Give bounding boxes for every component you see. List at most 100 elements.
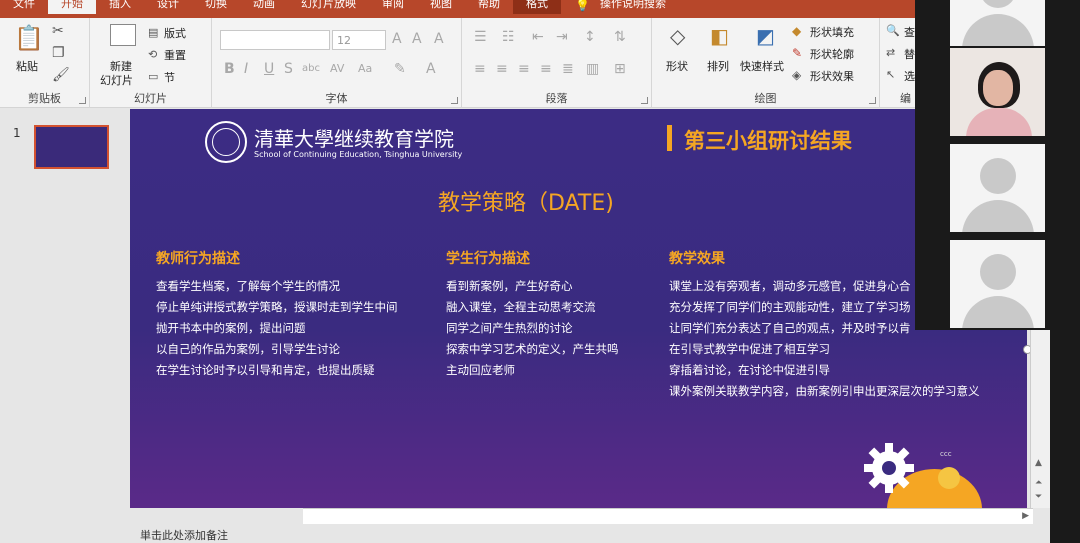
column-line: 穿插着讨论，在讨论中促进引导	[669, 363, 830, 377]
decrease-indent-icon[interactable]: ⇤	[532, 30, 544, 44]
paragraph-group: ☰ ☷ ⇤ ⇥ ↕ ⇅ ≡ ≡ ≡ ≡ ≣ ▥ ⊞ 段落	[462, 18, 652, 108]
font-group: 12 A A A B I U S abc AV Aa ✎ A 字体	[212, 18, 462, 108]
slide-main-title: 教学策略（DATE)	[438, 191, 614, 216]
char-spacing-icon[interactable]: AV	[330, 62, 344, 76]
avatar-placeholder-icon	[980, 0, 1016, 8]
shape-outline-icon: ✎	[792, 46, 803, 60]
copy-icon[interactable]: ❐	[52, 46, 65, 60]
font-color-icon[interactable]: A	[426, 62, 436, 76]
align-left-icon[interactable]: ≡	[474, 62, 486, 76]
shape-fill-button[interactable]: 形状填充	[810, 24, 854, 40]
layout-icon: ▤	[148, 26, 159, 39]
new-slide-icon[interactable]	[110, 24, 136, 46]
participant-tile-speaker[interactable]	[950, 48, 1045, 136]
reset-button[interactable]: 重置	[164, 47, 186, 63]
tab-insert[interactable]: 插入	[96, 0, 144, 14]
tab-file[interactable]: 文件	[0, 0, 48, 14]
vertical-scrollbar[interactable]: ▲ ⏶ ⏷	[1030, 330, 1050, 508]
format-painter-icon[interactable]: 🖌	[52, 68, 70, 82]
font-size-field[interactable]: 12	[332, 30, 386, 50]
quick-styles-icon[interactable]: ◩	[756, 26, 775, 46]
tab-animations[interactable]: 动画	[240, 0, 288, 14]
text-direction-icon[interactable]: ⇅	[614, 30, 626, 44]
ribbon-tab-bar: 文件 开始 插入 设计 切换 动画 幻灯片放映 审阅 视图 帮助 格式 💡 操作…	[0, 0, 915, 18]
increase-indent-icon[interactable]: ⇥	[556, 30, 568, 44]
tab-design[interactable]: 设计	[144, 0, 192, 14]
tab-view[interactable]: 视图	[417, 0, 465, 14]
grow-font-icon[interactable]: A	[392, 32, 402, 46]
tab-help[interactable]: 帮助	[465, 0, 513, 14]
clipboard-launcher-icon[interactable]	[79, 97, 86, 104]
next-slide-icon[interactable]: ⏷	[1035, 492, 1042, 502]
notes-pane[interactable]: 単击此处添加备注	[130, 527, 1050, 543]
participant-tile[interactable]	[950, 0, 1045, 46]
paragraph-launcher-icon[interactable]	[641, 97, 648, 104]
distributed-icon[interactable]: ≣	[562, 62, 574, 76]
columns-icon[interactable]: ▥	[586, 62, 599, 76]
change-case-icon[interactable]: Aa	[358, 62, 372, 76]
align-right-icon[interactable]: ≡	[518, 62, 530, 76]
speaker-face	[983, 70, 1013, 106]
participant-tile[interactable]	[950, 240, 1045, 328]
column-line: 课外案例关联教学内容，由新案例引申出更深层次的学习意义	[669, 384, 980, 398]
font-name-field[interactable]	[220, 30, 330, 50]
quick-styles-button[interactable]: 快速样式	[740, 58, 784, 74]
shapes-icon[interactable]: ◇	[670, 26, 685, 46]
replace-button[interactable]: 替	[904, 46, 915, 62]
tab-home[interactable]: 开始	[48, 0, 96, 14]
bold-icon[interactable]: B	[224, 62, 235, 76]
tell-me-box[interactable]: 💡 操作说明搜索	[575, 0, 666, 12]
find-icon: 🔍	[886, 24, 900, 37]
justify-icon[interactable]: ≡	[540, 62, 552, 76]
smartart-icon[interactable]: ⊞	[614, 62, 626, 76]
strikethrough-icon[interactable]: abc	[302, 62, 320, 76]
paste-icon[interactable]: 📋	[14, 26, 44, 50]
drawing-launcher-icon[interactable]	[869, 97, 876, 104]
tab-review[interactable]: 审阅	[369, 0, 417, 14]
slide-canvas[interactable]: 清華大學继续教育学院 School of Continuing Educatio…	[130, 109, 1027, 508]
font-launcher-icon[interactable]	[451, 97, 458, 104]
shape-outline-button[interactable]: 形状轮廓	[810, 46, 854, 62]
drawing-label: 绘图	[754, 92, 777, 105]
prev-slide-icon[interactable]: ⏶	[1035, 478, 1042, 488]
find-button[interactable]: 查	[904, 24, 915, 40]
bullets-icon[interactable]: ☰	[474, 30, 487, 44]
shape-effect-button[interactable]: 形状效果	[810, 68, 854, 84]
italic-icon[interactable]: I	[244, 62, 248, 76]
shapes-button[interactable]: 形状	[666, 58, 688, 74]
tab-transitions[interactable]: 切换	[192, 0, 240, 14]
select-button[interactable]: 选	[904, 68, 915, 84]
new-slide-line2[interactable]: 幻灯片	[100, 72, 133, 88]
shadow-icon[interactable]: S	[284, 62, 293, 76]
numbering-icon[interactable]: ☷	[502, 30, 515, 44]
arrange-button[interactable]: 排列	[707, 58, 729, 74]
avatar-placeholder-icon	[980, 254, 1016, 290]
arrange-icon[interactable]: ◧	[710, 26, 729, 46]
participant-tile[interactable]	[950, 144, 1045, 232]
shrink-font-icon[interactable]: A	[412, 32, 422, 46]
logo-title: 清華大學继续教育学院	[254, 127, 454, 151]
layout-button[interactable]: 版式	[164, 25, 186, 41]
tab-slideshow[interactable]: 幻灯片放映	[288, 0, 369, 14]
clear-format-icon[interactable]: A	[434, 32, 444, 46]
lightbulb-icon: 💡	[575, 0, 590, 12]
ribbon: 📋 粘贴 ✂ ❐ 🖌 剪贴板 新建 幻灯片 ▤ 版式 ⟲ 重置 ▭ 节 幻灯片 …	[0, 18, 915, 108]
column-heading: 学生行为描述	[446, 251, 530, 267]
slides-group: 新建 幻灯片 ▤ 版式 ⟲ 重置 ▭ 节 幻灯片	[90, 18, 212, 108]
paragraph-label: 段落	[545, 92, 568, 105]
cut-icon[interactable]: ✂	[52, 24, 64, 38]
section-button[interactable]: 节	[164, 69, 175, 85]
scroll-right-arrow-icon[interactable]: ▶	[1022, 511, 1029, 521]
line-spacing-icon[interactable]: ↕	[584, 30, 596, 44]
underline-icon[interactable]: U	[264, 62, 274, 76]
tsinghua-seal-logo	[205, 121, 247, 163]
tab-format[interactable]: 格式	[513, 0, 561, 14]
slides-label: 幻灯片	[134, 92, 167, 105]
scroll-up-arrow-icon[interactable]: ▲	[1035, 458, 1042, 468]
highlight-icon[interactable]: ✎	[394, 62, 406, 76]
paste-button[interactable]: 粘贴	[16, 58, 38, 74]
column-line: 查看学生档案，了解每个学生的情况	[156, 279, 340, 293]
align-center-icon[interactable]: ≡	[496, 62, 508, 76]
slide-thumbnail[interactable]	[34, 125, 109, 169]
horizontal-scrollbar[interactable]: ▶	[303, 508, 1033, 524]
